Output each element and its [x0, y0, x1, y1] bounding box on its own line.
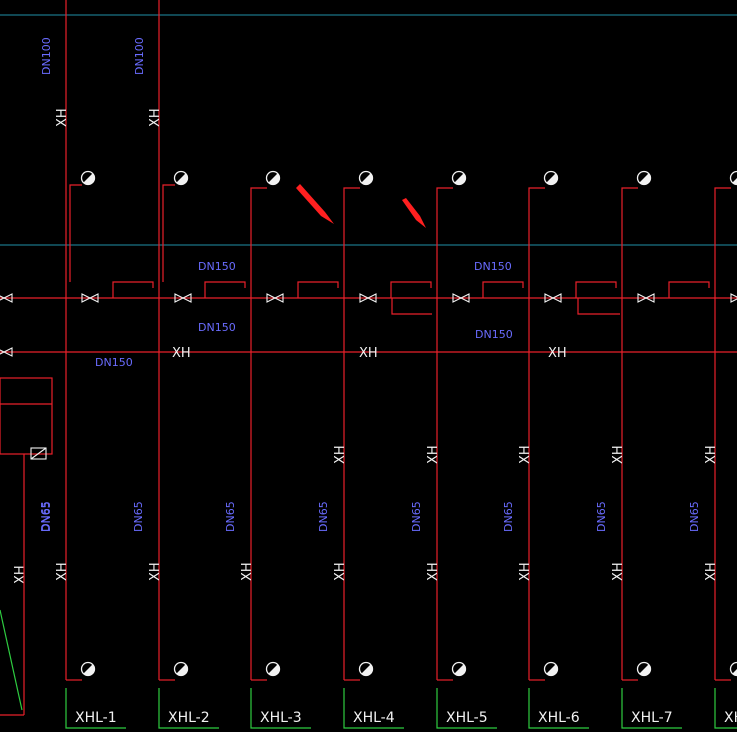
top-hydrant-3[interactable]	[265, 170, 281, 186]
xh-mark-top-1: XH	[55, 108, 70, 127]
xh-mark-lower-6: XH	[518, 562, 533, 581]
xh-label-main-1: XH	[172, 346, 191, 361]
dn150-label-lower-2: DN150	[475, 328, 513, 341]
bottom-hydrant-3[interactable]	[265, 661, 281, 677]
top-hydrant-6[interactable]	[543, 170, 559, 186]
svg-text:XH: XH	[240, 562, 255, 581]
bottom-hydrant-7[interactable]	[636, 661, 652, 677]
xh-mark-lower-5: XH	[426, 562, 441, 581]
xh-mark-upper-6: XH	[518, 445, 533, 464]
dn150-label-lower-3: DN150	[95, 356, 133, 369]
xh-mark-upper-8: XH	[704, 445, 719, 464]
xh-mark-upper-7: XH	[611, 445, 626, 464]
svg-text:XHL-1: XHL-1	[75, 710, 117, 726]
svg-text:XH: XH	[333, 562, 348, 581]
svg-text:XH: XH	[611, 562, 626, 581]
dn65-label-5: DN65	[410, 501, 423, 532]
svg-text:XH: XH	[704, 562, 719, 581]
dn65-label-6: DN65	[502, 501, 515, 532]
dn100-label-2: DN100	[133, 37, 146, 75]
top-hydrant-5[interactable]	[451, 170, 467, 186]
svg-text:XHL-3: XHL-3	[260, 710, 302, 726]
svg-text:XH: XH	[148, 108, 163, 127]
svg-text:XH: XH	[426, 445, 441, 464]
xh-mark-lower-7: XH	[611, 562, 626, 581]
bottom-hydrant-4[interactable]	[358, 661, 374, 677]
svg-text:XH: XH	[333, 445, 348, 464]
xh-mark-left: XH	[13, 565, 28, 584]
xh-label-main-2: XH	[359, 346, 378, 361]
dn150-label-upper-1: DN150	[198, 260, 236, 273]
xh-mark-lower-2: XH	[148, 562, 163, 581]
svg-text:XHL-6: XHL-6	[538, 710, 580, 726]
dn150-label-upper-2: DN150	[474, 260, 512, 273]
bottom-hydrant-5[interactable]	[451, 661, 467, 677]
svg-text:XHL-5: XHL-5	[446, 710, 488, 726]
bottom-hydrant-2[interactable]	[173, 661, 189, 677]
dn65-label-8: DN65	[688, 501, 701, 532]
svg-text:XH: XH	[611, 445, 626, 464]
svg-text:XH: XH	[55, 562, 70, 581]
bottom-hydrant-6[interactable]	[543, 661, 559, 677]
xh-mark-upper-5: XH	[426, 445, 441, 464]
top-hydrant-2[interactable]	[173, 170, 189, 186]
bottom-hydrant-1[interactable]	[80, 661, 96, 677]
top-hydrant-1[interactable]	[80, 170, 96, 186]
top-hydrant-7[interactable]	[636, 170, 652, 186]
top-hydrant-4[interactable]	[358, 170, 374, 186]
xh-mark-lower-3: XH	[240, 562, 255, 581]
xh-mark-lower-8: XH	[704, 562, 719, 581]
svg-text:XH: XH	[148, 562, 163, 581]
svg-text:XH: XH	[13, 565, 28, 584]
fire-hydrant-system-diagram: XH XH XH XH XH XH XH XH XH XH XH XH XH XH XH XH DN65 DN6…	[0, 0, 737, 732]
xh-label-main-3: XH	[548, 346, 567, 361]
xh-mark-lower-1: XH	[55, 562, 70, 581]
dn150-label-lower-1: DN150	[198, 321, 236, 334]
svg-text:XHL-4: XHL-4	[353, 710, 395, 726]
dn65-label-7: DN65	[595, 501, 608, 532]
svg-text:XH: XH	[724, 710, 737, 726]
xh-mark-upper-4: XH	[333, 445, 348, 464]
svg-text:XH: XH	[55, 108, 70, 127]
svg-text:XHL-7: XHL-7	[631, 710, 673, 726]
svg-text:XH: XH	[518, 562, 533, 581]
dn65-label-3: DN65	[224, 501, 237, 532]
dn65-label-2: DN65	[132, 501, 145, 532]
svg-text:XH: XH	[426, 562, 441, 581]
dn100-label-1: DN100	[40, 37, 53, 75]
dn65-label-left: DN65	[40, 501, 53, 532]
dn65-label-4: DN65	[317, 501, 330, 532]
xh-mark-top-2: XH	[148, 108, 163, 127]
svg-text:XH: XH	[704, 445, 719, 464]
svg-text:XHL-2: XHL-2	[168, 710, 210, 726]
svg-text:XH: XH	[518, 445, 533, 464]
xh-mark-lower-4: XH	[333, 562, 348, 581]
